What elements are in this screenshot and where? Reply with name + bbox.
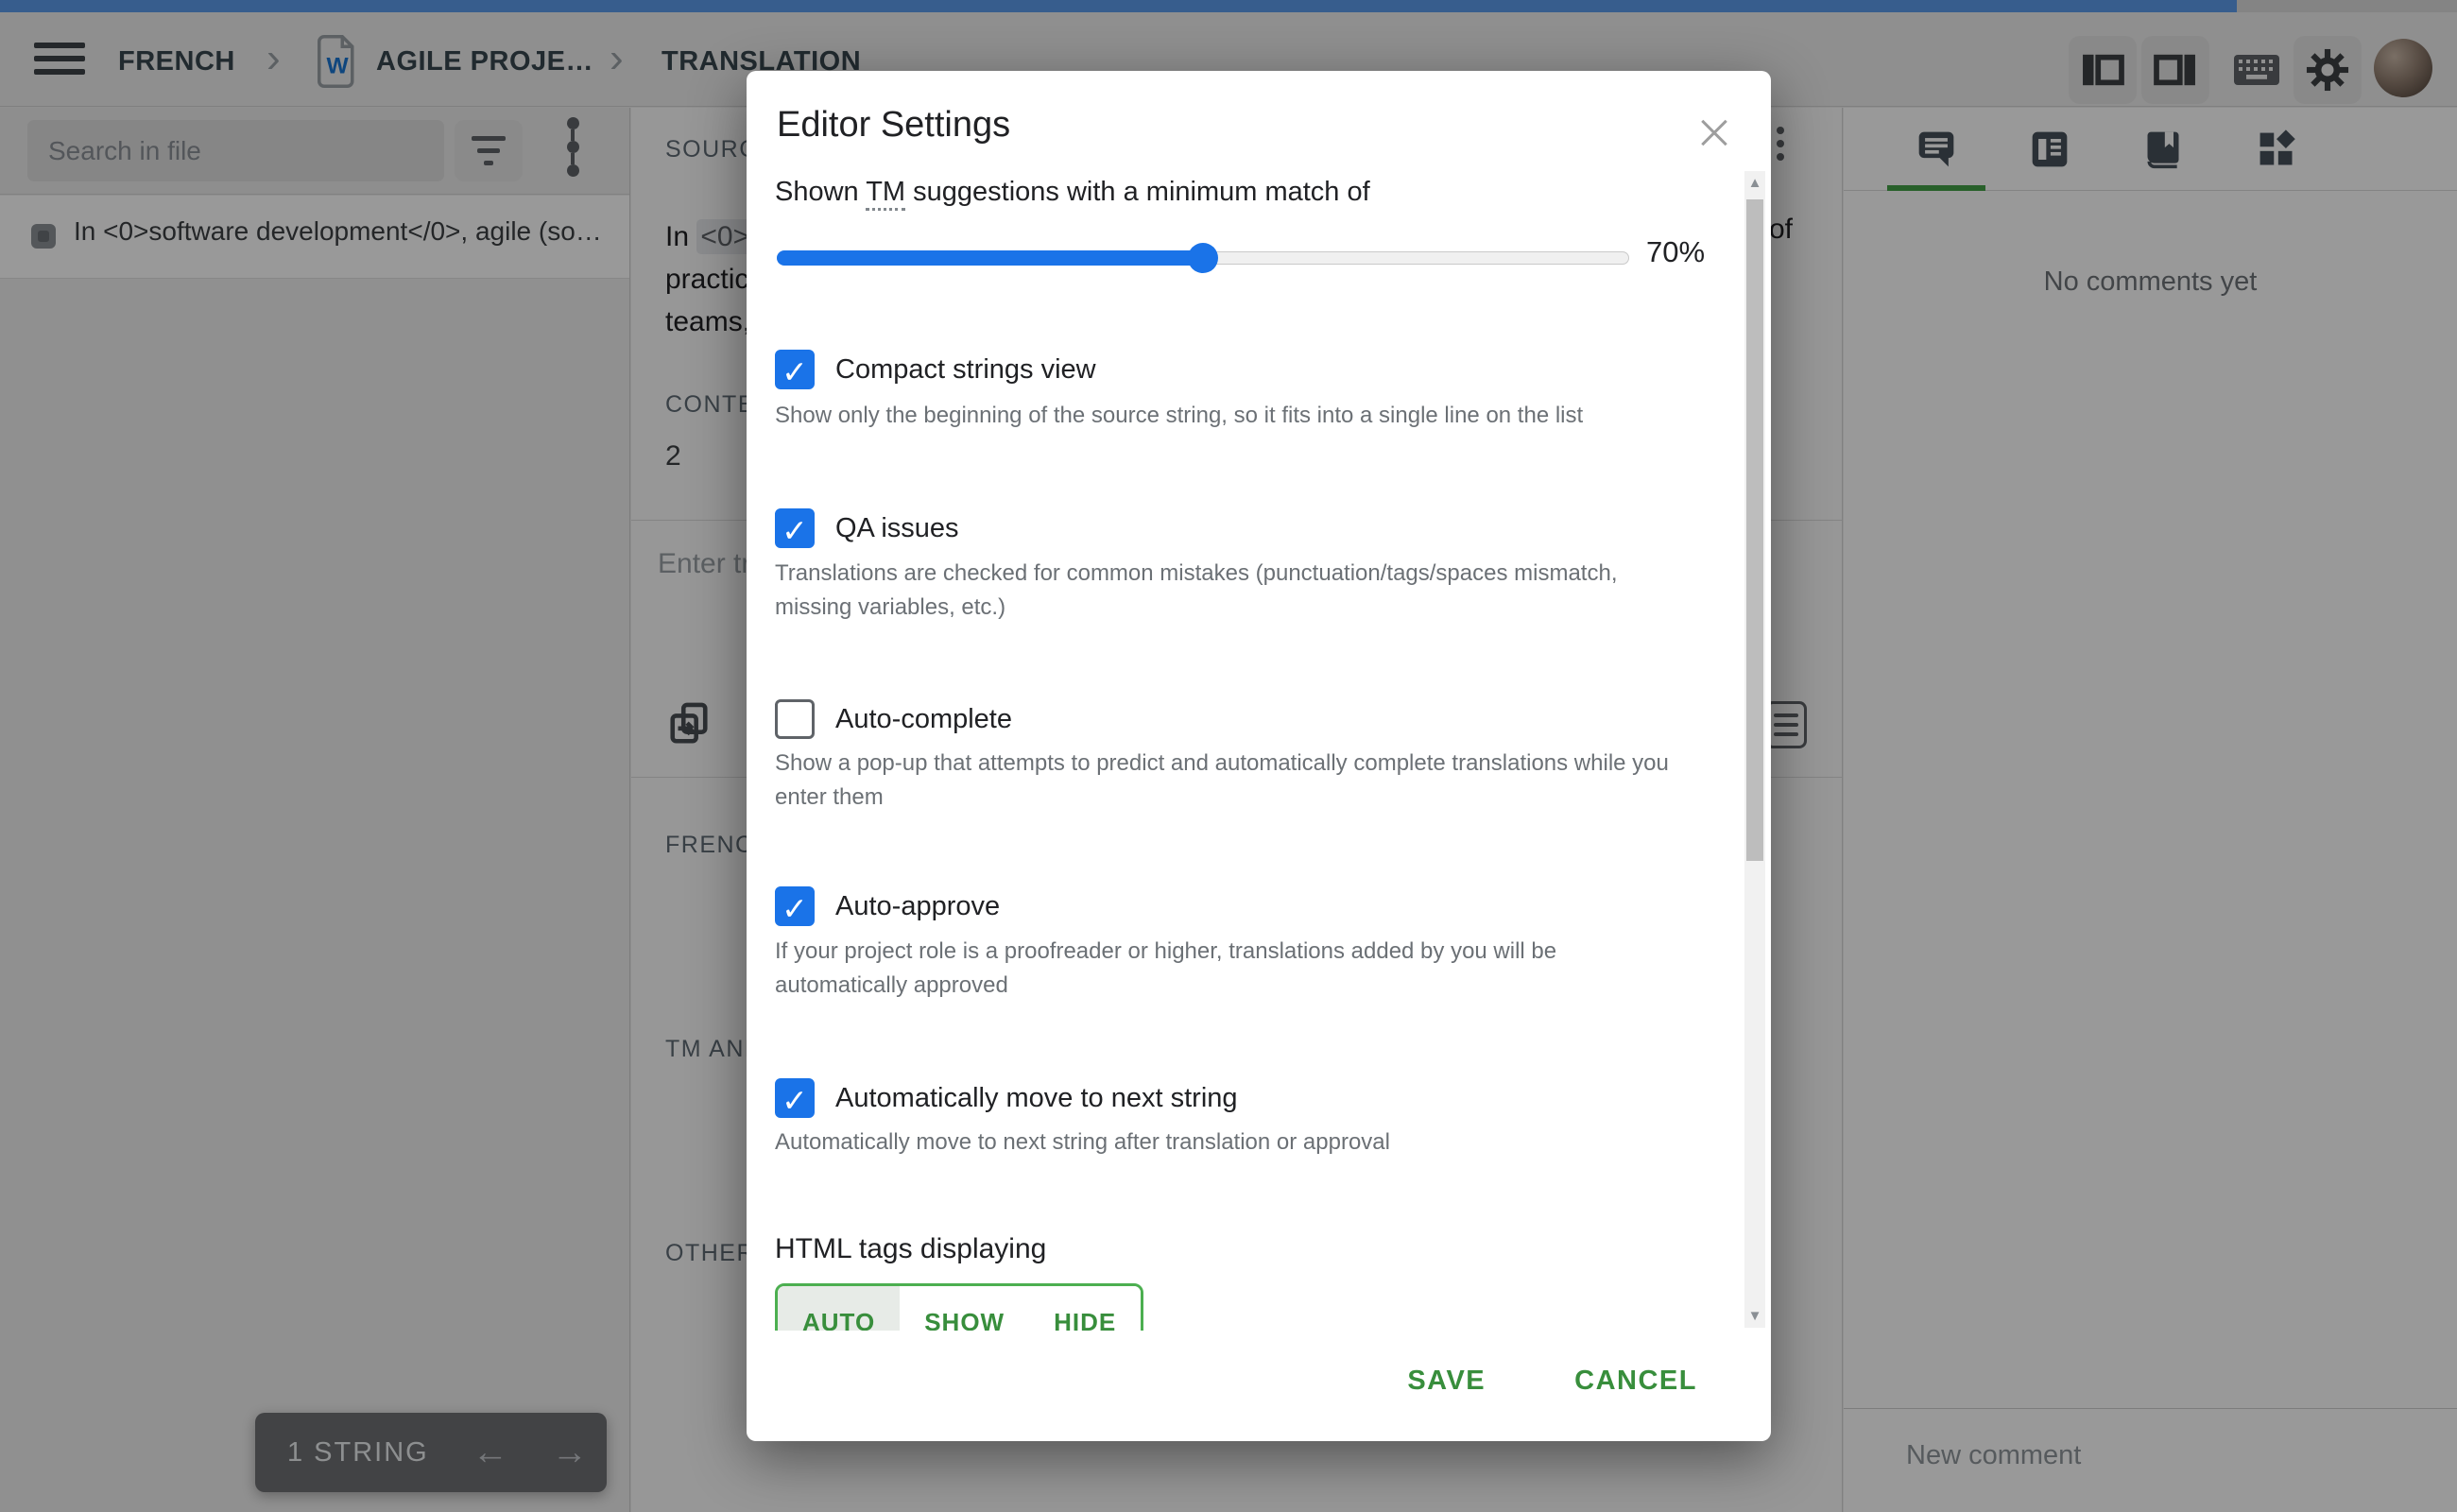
save-button[interactable]: SAVE xyxy=(1403,1358,1489,1404)
dialog-footer: SAVE CANCEL xyxy=(1403,1358,1701,1404)
slider-thumb[interactable] xyxy=(1188,243,1218,273)
tm-abbr: TM xyxy=(866,177,905,211)
dialog-body: Shown TM suggestions with a minimum matc… xyxy=(747,71,1771,1331)
html-tags-segmented-control: AUTO SHOW HIDE xyxy=(775,1283,1143,1331)
editor-settings-dialog: Editor Settings Shown TM suggestions wit… xyxy=(747,71,1771,1441)
setting-auto-move-next[interactable]: Automatically move to next string xyxy=(775,1078,1238,1118)
checkbox[interactable] xyxy=(775,350,815,389)
setting-description: Translations are checked for common mist… xyxy=(775,557,1673,625)
setting-description: Show a pop-up that attempts to predict a… xyxy=(775,747,1720,815)
setting-compact-strings[interactable]: Compact strings view xyxy=(775,350,1096,389)
scroll-up-icon[interactable]: ▲ xyxy=(1744,175,1765,191)
checkbox[interactable] xyxy=(775,508,815,548)
tm-match-slider[interactable] xyxy=(777,243,1629,273)
scroll-down-icon[interactable]: ▼ xyxy=(1744,1308,1765,1324)
dialog-scrollbar[interactable]: ▲ ▼ xyxy=(1744,171,1765,1328)
cancel-button[interactable]: CANCEL xyxy=(1571,1358,1701,1404)
html-tags-option-auto[interactable]: AUTO xyxy=(778,1286,900,1331)
setting-description: Show only the beginning of the source st… xyxy=(775,399,1771,433)
checkbox[interactable] xyxy=(775,699,815,739)
html-tags-heading: HTML tags displaying xyxy=(775,1233,1046,1265)
setting-qa-issues[interactable]: QA issues xyxy=(775,508,959,548)
setting-auto-complete[interactable]: Auto-complete xyxy=(775,699,1012,739)
tm-match-label: Shown TM suggestions with a minimum matc… xyxy=(775,177,1370,208)
checkbox[interactable] xyxy=(775,1078,815,1118)
html-tags-option-hide[interactable]: HIDE xyxy=(1029,1286,1141,1331)
setting-description: Automatically move to next string after … xyxy=(775,1125,1739,1160)
slider-fill xyxy=(777,250,1203,266)
html-tags-option-show[interactable]: SHOW xyxy=(900,1286,1029,1331)
checkbox[interactable] xyxy=(775,886,815,926)
scrollbar-thumb[interactable] xyxy=(1746,199,1763,861)
setting-auto-approve[interactable]: Auto-approve xyxy=(775,886,1000,926)
app-root: FRENCH › W AGILE PROJE… › TRANSLATION xyxy=(0,0,2457,1512)
setting-description: If your project role is a proofreader or… xyxy=(775,935,1692,1003)
